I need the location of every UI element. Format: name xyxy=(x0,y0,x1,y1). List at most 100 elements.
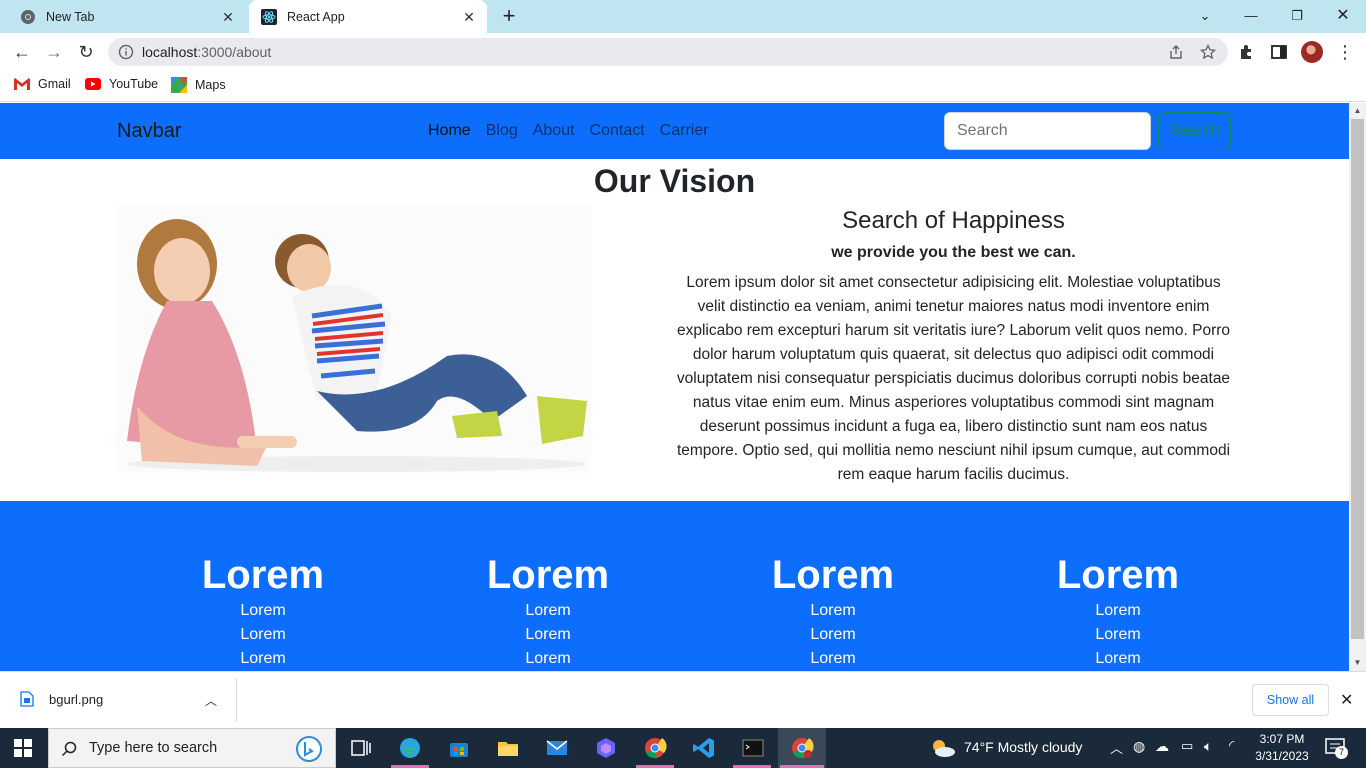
scrollbar-thumb[interactable] xyxy=(1351,119,1364,639)
page-scrollbar[interactable]: ▲ ▼ xyxy=(1349,103,1366,671)
terminal-icon[interactable] xyxy=(741,736,765,760)
footer-link[interactable]: Lorem xyxy=(133,623,393,647)
bookmark-gmail[interactable]: Gmail xyxy=(14,77,71,91)
nav-link-blog[interactable]: Blog xyxy=(486,122,518,140)
footer-link[interactable]: Lorem xyxy=(703,647,963,671)
info-icon[interactable] xyxy=(118,44,134,60)
nav-link-home[interactable]: Home xyxy=(428,122,471,140)
download-item[interactable]: bgurl.png xyxy=(20,691,103,707)
window-close-button[interactable]: ✕ xyxy=(1333,6,1353,26)
copilot-icon[interactable] xyxy=(594,736,618,760)
react-icon xyxy=(261,8,277,25)
back-button[interactable]: ← xyxy=(11,41,33,63)
footer-column: Lorem Lorem Lorem Lorem xyxy=(988,551,1248,671)
task-view-icon[interactable] xyxy=(349,736,373,760)
section-subtitle: we provide you the best we can. xyxy=(831,244,1076,261)
section-title: Search of Happiness xyxy=(842,207,1065,234)
side-panel-icon[interactable] xyxy=(1270,43,1288,61)
address-bar[interactable]: localhost:3000/about xyxy=(108,38,1228,66)
youtube-icon xyxy=(85,78,101,90)
tab-react-app[interactable]: React App ✕ xyxy=(249,0,487,33)
clock-time: 3:07 PM xyxy=(1259,732,1305,746)
footer-link[interactable]: Lorem xyxy=(418,599,678,623)
taskbar-search[interactable]: Type here to search xyxy=(48,728,336,768)
reload-button[interactable]: ↻ xyxy=(75,41,97,63)
new-tab-button[interactable]: + xyxy=(498,5,520,28)
nav-link-contact[interactable]: Contact xyxy=(590,122,645,140)
chrome-profile-icon[interactable] xyxy=(790,736,814,760)
edge-icon[interactable] xyxy=(398,736,422,760)
site-navbar: Navbar Home Blog About Contact Carrier S… xyxy=(0,103,1349,159)
nav-link-about[interactable]: About xyxy=(533,122,575,140)
footer-link[interactable]: Lorem xyxy=(418,647,678,671)
vscode-icon[interactable] xyxy=(692,736,716,760)
footer-link[interactable]: Lorem xyxy=(133,599,393,623)
file-explorer-icon[interactable] xyxy=(496,736,520,760)
minimize-button[interactable]: — xyxy=(1241,6,1261,26)
bing-icon[interactable] xyxy=(295,735,323,763)
meet-icon[interactable]: ◍ xyxy=(1133,738,1145,778)
wifi-icon[interactable]: ◜ xyxy=(1229,737,1234,777)
extensions-icon[interactable] xyxy=(1238,43,1256,61)
store-icon[interactable] xyxy=(447,736,471,760)
bookmarks-bar: Gmail YouTube Maps xyxy=(0,71,1366,102)
search-icon xyxy=(61,741,77,757)
show-all-button[interactable]: Show all xyxy=(1252,684,1329,716)
close-icon[interactable]: ✕ xyxy=(220,9,236,25)
footer-heading: Lorem xyxy=(486,553,610,597)
footer-link[interactable]: Lorem xyxy=(133,647,393,671)
browser-toolbar: ← → ↻ localhost:3000/about ⋮ xyxy=(0,33,1366,71)
footer-link[interactable]: Lorem xyxy=(988,647,1248,671)
battery-icon[interactable]: ▭ xyxy=(1181,738,1193,778)
site-footer: Lorem Lorem Lorem Lorem Lorem Lorem Lore… xyxy=(0,501,1349,671)
close-icon[interactable]: ✕ xyxy=(461,9,477,25)
onedrive-icon[interactable]: ☁ xyxy=(1155,738,1169,778)
page-viewport: Navbar Home Blog About Contact Carrier S… xyxy=(0,103,1349,671)
windows-start-icon[interactable] xyxy=(14,739,32,757)
weather-text[interactable]: 74°F Mostly cloudy xyxy=(964,739,1082,779)
footer-link[interactable]: Lorem xyxy=(988,623,1248,647)
chevron-down-icon[interactable]: ⌄ xyxy=(1195,6,1215,26)
nav-link-carrier[interactable]: Carrier xyxy=(660,122,709,140)
mail-icon[interactable] xyxy=(545,736,569,760)
clock-date: 3/31/2023 xyxy=(1255,749,1309,763)
forward-button[interactable]: → xyxy=(43,41,65,63)
footer-heading: Lorem xyxy=(771,553,895,597)
bookmark-maps[interactable]: Maps xyxy=(171,77,226,93)
navbar-brand[interactable]: Navbar xyxy=(117,120,181,143)
restore-button[interactable]: ❐ xyxy=(1287,6,1307,26)
scroll-down-icon[interactable]: ▼ xyxy=(1349,655,1366,671)
chrome-icon[interactable] xyxy=(643,736,667,760)
volume-icon[interactable]: 🔈︎ xyxy=(1204,738,1212,778)
footer-column: Lorem Lorem Lorem Lorem xyxy=(133,551,393,671)
url-text: localhost:3000/about xyxy=(142,44,272,60)
footer-link[interactable]: Lorem xyxy=(988,599,1248,623)
footer-link[interactable]: Lorem xyxy=(418,623,678,647)
chevron-up-icon[interactable]: ︿ xyxy=(1110,738,1123,778)
chevron-up-icon[interactable]: ︿ xyxy=(205,692,217,709)
tab-new-tab[interactable]: New Tab ✕ xyxy=(8,0,246,33)
page-title: Our Vision xyxy=(593,163,756,199)
footer-column: Lorem Lorem Lorem Lorem xyxy=(418,551,678,671)
file-icon xyxy=(20,691,34,707)
children-photo xyxy=(117,206,591,473)
footer-link[interactable]: Lorem xyxy=(703,623,963,647)
cloudy-weather-icon[interactable] xyxy=(930,738,956,758)
scroll-up-icon[interactable]: ▲ xyxy=(1349,103,1366,119)
star-icon[interactable] xyxy=(1200,44,1216,60)
clock[interactable]: 3:07 PM 3/31/2023 xyxy=(1254,731,1310,765)
tab-title: React App xyxy=(287,9,345,24)
menu-icon[interactable]: ⋮ xyxy=(1334,41,1356,63)
maps-icon xyxy=(171,77,187,93)
search-input[interactable]: Search xyxy=(944,112,1151,150)
divider xyxy=(236,678,237,722)
tab-title: New Tab xyxy=(46,9,95,24)
notifications-icon[interactable]: 7 xyxy=(1325,738,1348,759)
chrome-icon xyxy=(21,9,35,24)
share-icon[interactable] xyxy=(1168,44,1184,60)
search-button[interactable]: Search xyxy=(1158,112,1231,150)
avatar[interactable] xyxy=(1301,41,1323,63)
footer-link[interactable]: Lorem xyxy=(703,599,963,623)
bookmark-youtube[interactable]: YouTube xyxy=(85,77,158,91)
close-icon[interactable]: ✕ xyxy=(1340,690,1353,710)
